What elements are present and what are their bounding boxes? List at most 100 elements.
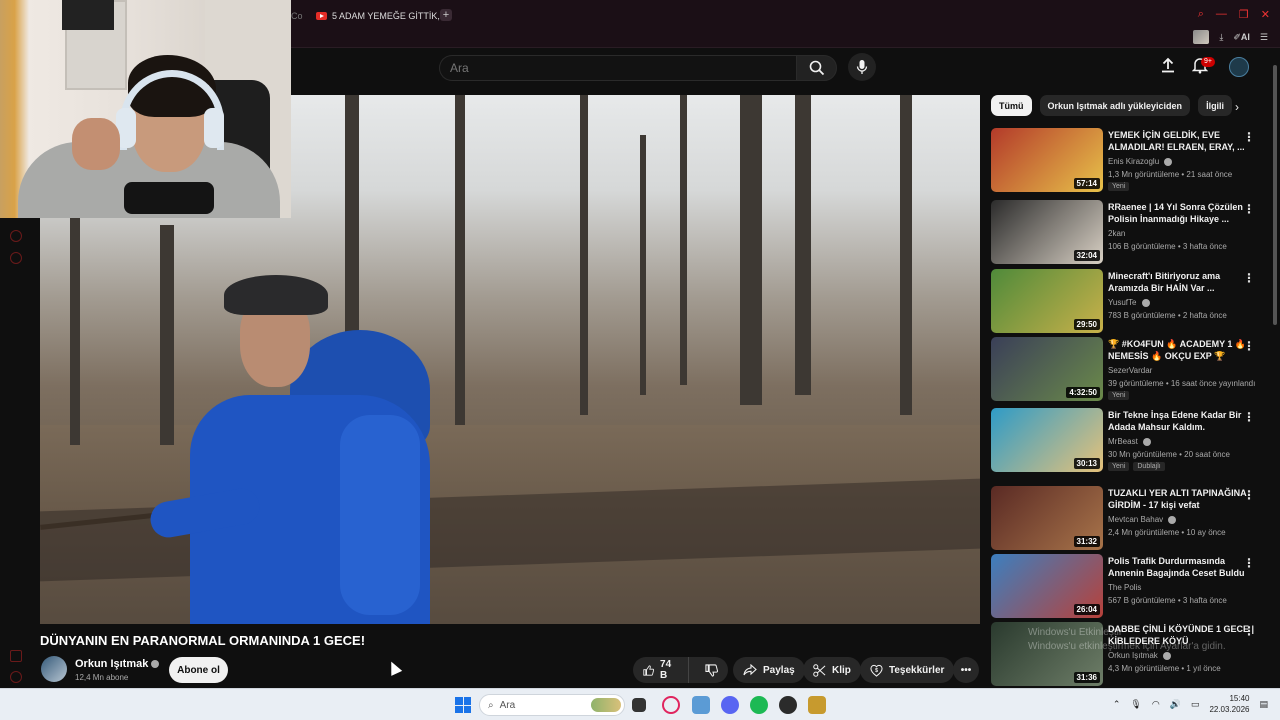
rec-title[interactable]: Minecraft'ı Bitiriyoruz ama Aramızda Bir… (1108, 270, 1256, 294)
tree-trunk (455, 95, 465, 425)
more-vertical-icon[interactable]: ⋮ (1243, 624, 1255, 638)
scrollbar-thumb[interactable] (1273, 65, 1277, 325)
chip-related[interactable]: İlgili (1198, 95, 1233, 116)
rec-thumbnail[interactable]: 30:13 (991, 408, 1103, 472)
recommendation-item[interactable]: 57:14 YEMEK İÇİN GELDİK, EVE ALMADILAR! … (991, 128, 1271, 192)
account-avatar[interactable] (1229, 57, 1249, 77)
network-app-icon[interactable] (692, 696, 710, 714)
notification-center-icon[interactable]: ▤ (1259, 699, 1268, 710)
rec-title[interactable]: YEMEK İÇİN GELDİK, EVE ALMADILAR! ELRAEN… (1108, 129, 1256, 153)
page-scrollbar[interactable] (1272, 55, 1278, 685)
rec-channel[interactable]: SezerVardar (1108, 366, 1152, 375)
rec-thumbnail[interactable]: 32:04 (991, 200, 1103, 264)
browser-tab-active[interactable]: 5 ADAM YEMEĞE GİTTİK, (316, 7, 440, 25)
flag-icon[interactable] (10, 650, 22, 662)
more-actions-button[interactable]: ••• (953, 657, 979, 683)
voice-search-button[interactable] (848, 53, 876, 81)
wifi-icon[interactable]: ◠ (1152, 699, 1160, 710)
chip-from-uploader[interactable]: Orkun Işıtmak adlı yükleyiciden (1039, 95, 1191, 116)
microphone-icon[interactable]: 🎙 (1130, 699, 1141, 710)
rec-meta: 30 Mn görüntüleme • 20 saat önce (1108, 450, 1230, 459)
chip-all[interactable]: Tümü (991, 95, 1032, 116)
extension-thumbnail-icon[interactable] (1193, 30, 1210, 44)
rec-channel-name: YusufTe (1108, 298, 1137, 307)
browser-tab-partial[interactable]: Co (291, 7, 303, 25)
more-vertical-icon[interactable]: ⋮ (1243, 339, 1255, 353)
more-vertical-icon[interactable]: ⋮ (1243, 556, 1255, 570)
opera-icon[interactable] (662, 696, 680, 714)
windows-start-icon[interactable] (455, 697, 471, 713)
rec-channel-name: Enis Kirazoglu (1108, 157, 1160, 166)
rec-channel-name: The Polis (1108, 583, 1142, 592)
share-button[interactable]: Paylaş (733, 657, 805, 683)
more-vertical-icon[interactable]: ⋮ (1243, 130, 1255, 144)
more-vertical-icon[interactable]: ⋮ (1243, 202, 1255, 216)
search-button[interactable] (796, 55, 837, 81)
dislike-button[interactable] (695, 657, 728, 683)
new-tab-button[interactable]: + (440, 9, 452, 21)
recommendation-item[interactable]: 26:04 Polis Trafik Durdurmasında Annenin… (991, 554, 1271, 618)
tree-trunk (160, 225, 174, 445)
recommendation-item[interactable]: 29:50 Minecraft'ı Bitiriyoruz ama Aramız… (991, 269, 1271, 333)
rec-title[interactable]: Bir Tekne İnşa Edene Kadar Bir Adada Mah… (1108, 409, 1256, 433)
rec-title[interactable]: TUZAKLI YER ALTI TAPINAĞINA GİRDİM - 17 … (1108, 487, 1256, 511)
search-icon[interactable]: ⌕ (1198, 8, 1204, 21)
search-input[interactable] (450, 61, 796, 75)
battery-icon[interactable]: ▭ (1191, 699, 1200, 710)
rec-thumbnail[interactable]: 57:14 (991, 128, 1103, 192)
ai-button[interactable]: ✐AI (1233, 32, 1250, 43)
tree-trunk (640, 135, 646, 395)
recommendation-item[interactable]: 31:32 TUZAKLI YER ALTI TAPINAĞINA GİRDİM… (991, 486, 1271, 550)
more-vertical-icon[interactable]: ⋮ (1243, 488, 1255, 502)
rec-thumbnail[interactable]: 26:04 (991, 554, 1103, 618)
rec-thumbnail[interactable]: 4:32:50 (991, 337, 1103, 401)
thumbs-down-icon (705, 663, 718, 677)
rec-thumbnail[interactable]: 31:32 (991, 486, 1103, 550)
rec-channel[interactable]: Enis Kirazoglu (1108, 157, 1173, 166)
search-icon: ⌕ (488, 699, 494, 711)
more-vertical-icon[interactable]: ⋮ (1243, 410, 1255, 424)
rec-channel[interactable]: Mevtcan Bahav (1108, 515, 1177, 524)
recommendation-item[interactable]: 32:04 RRaenee | 14 Yıl Sonra Çözülen Pol… (991, 200, 1271, 264)
channel-avatar[interactable] (41, 656, 67, 682)
create-upload-button[interactable] (1160, 57, 1176, 78)
game-app-icon[interactable] (779, 696, 797, 714)
menu-icon[interactable]: ☰ (1260, 32, 1268, 43)
maximize-icon[interactable]: ❐ (1239, 8, 1249, 21)
recommendation-item[interactable]: 4:32:50 🏆 #KO4FUN 🔥 ACADEMY 1 🔥 NEMESİS … (991, 337, 1271, 401)
history-icon[interactable] (10, 230, 22, 242)
recommendation-item[interactable]: 30:13 Bir Tekne İnşa Edene Kadar Bir Ada… (991, 408, 1271, 472)
info-icon[interactable] (10, 671, 22, 683)
rec-channel[interactable]: The Polis (1108, 583, 1141, 592)
chevron-up-icon[interactable]: ⌃ (1113, 699, 1121, 710)
rec-channel[interactable]: MrBeast (1108, 437, 1152, 446)
search-field[interactable] (439, 55, 796, 81)
rec-channel[interactable]: YusufTe (1108, 298, 1150, 307)
channel-name[interactable]: Orkun Işıtmak (75, 658, 160, 670)
minimize-icon[interactable]: — (1216, 8, 1227, 21)
download-icon[interactable]: ⤓ (1219, 32, 1223, 43)
rec-title[interactable]: 🏆 #KO4FUN 🔥 ACADEMY 1 🔥 NEMESİS 🔥 OKÇU E… (1108, 338, 1256, 362)
taskbar-search[interactable]: ⌕ Ara (479, 694, 625, 716)
close-icon[interactable]: ✕ (1261, 8, 1270, 21)
chevron-right-icon[interactable]: › (1235, 100, 1239, 114)
task-view-icon[interactable] (632, 698, 646, 712)
clip-button[interactable]: Klip (803, 657, 861, 683)
subscribe-button[interactable]: Abone ol (169, 657, 228, 683)
volume-icon[interactable]: 🔊 (1170, 699, 1181, 710)
rec-channel[interactable]: 2kan (1108, 229, 1125, 238)
thanks-label: Teşekkürler (889, 664, 945, 676)
settings-icon[interactable] (10, 252, 22, 264)
thanks-button[interactable]: $ Teşekkürler (860, 657, 955, 683)
discord-icon[interactable] (721, 696, 739, 714)
rec-title[interactable]: RRaenee | 14 Yıl Sonra Çözülen Polisin İ… (1108, 201, 1256, 225)
spotify-icon[interactable] (750, 696, 768, 714)
file-app-icon[interactable] (808, 696, 826, 714)
rec-duration: 31:32 (1073, 536, 1100, 547)
more-vertical-icon[interactable]: ⋮ (1243, 271, 1255, 285)
rec-thumbnail[interactable]: 29:50 (991, 269, 1103, 333)
thumbs-up-icon (643, 664, 655, 676)
rec-title[interactable]: Polis Trafik Durdurmasında Annenin Bagaj… (1108, 555, 1256, 579)
like-button[interactable]: 74 B (633, 657, 689, 683)
taskbar-clock[interactable]: 15:40 22.03.2026 (1209, 693, 1249, 715)
